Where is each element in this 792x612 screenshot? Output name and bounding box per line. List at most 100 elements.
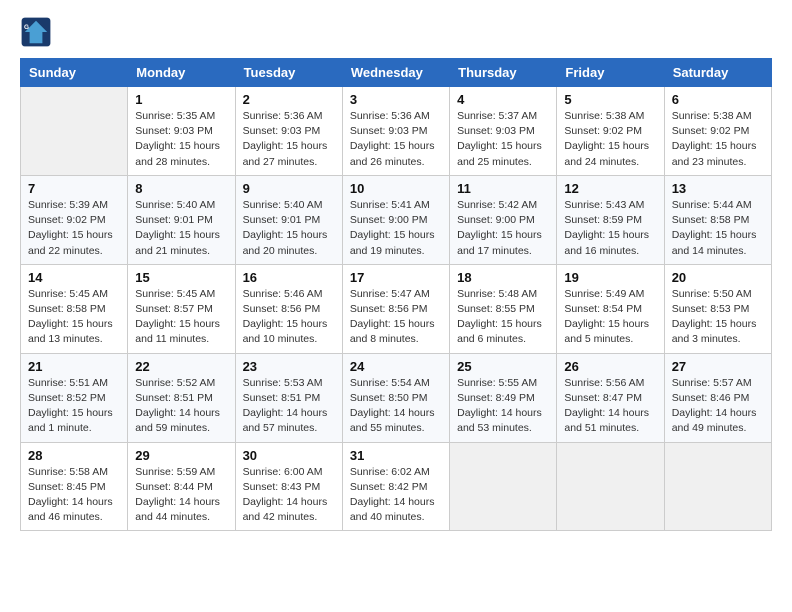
day-number: 13 [672, 181, 764, 196]
day-info: Sunrise: 5:35 AMSunset: 9:03 PMDaylight:… [135, 109, 227, 170]
day-info: Sunrise: 5:50 AMSunset: 8:53 PMDaylight:… [672, 287, 764, 348]
calendar-cell: 10 Sunrise: 5:41 AMSunset: 9:00 PMDayligh… [342, 175, 449, 264]
day-info: Sunrise: 5:39 AMSunset: 9:02 PMDaylight:… [28, 198, 120, 259]
calendar-cell: 14Sunrise: 5:45 AMSunset: 8:58 PMDayligh… [21, 264, 128, 353]
day-info: Sunrise: 5:44 AMSunset: 8:58 PMDaylight:… [672, 198, 764, 259]
calendar-week-row: 21 Sunrise: 5:51 AMSunset: 8:52 PMDayligh… [21, 353, 772, 442]
calendar-cell: 5 Sunrise: 5:38 AMSunset: 9:02 PMDaylight… [557, 87, 664, 176]
day-number: 2 [243, 92, 335, 107]
day-number: 21 [28, 359, 120, 374]
logo: G [20, 16, 56, 48]
calendar-cell: 9 Sunrise: 5:40 AMSunset: 9:01 PMDaylight… [235, 175, 342, 264]
day-number: 10 [350, 181, 442, 196]
day-info: Sunrise: 5:59 AMSunset: 8:44 PMDaylight:… [135, 465, 227, 526]
day-info: Sunrise: 5:54 AMSunset: 8:50 PMDaylight:… [350, 376, 442, 437]
calendar-cell: 4Sunrise: 5:37 AMSunset: 9:03 PMDaylight… [450, 87, 557, 176]
calendar-cell: 13 Sunrise: 5:44 AMSunset: 8:58 PMDayligh… [664, 175, 771, 264]
calendar-week-row: 14Sunrise: 5:45 AMSunset: 8:58 PMDayligh… [21, 264, 772, 353]
day-info: Sunrise: 5:56 AMSunset: 8:47 PMDaylight:… [564, 376, 656, 437]
calendar-week-row: 7 Sunrise: 5:39 AMSunset: 9:02 PMDaylight… [21, 175, 772, 264]
day-number: 30 [243, 448, 335, 463]
day-info: Sunrise: 5:38 AMSunset: 9:02 PMDaylight:… [564, 109, 656, 170]
calendar-cell: 18Sunrise: 5:48 AMSunset: 8:55 PMDayligh… [450, 264, 557, 353]
day-info: Sunrise: 5:36 AMSunset: 9:03 PMDaylight:… [350, 109, 442, 170]
day-number: 7 [28, 181, 120, 196]
calendar-cell: 31Sunrise: 6:02 AMSunset: 8:42 PMDayligh… [342, 442, 449, 531]
calendar-cell: 23Sunrise: 5:53 AMSunset: 8:51 PMDayligh… [235, 353, 342, 442]
day-number: 11 [457, 181, 549, 196]
weekday-header: Wednesday [342, 59, 449, 87]
day-info: Sunrise: 5:58 AMSunset: 8:45 PMDaylight:… [28, 465, 120, 526]
calendar-cell [450, 442, 557, 531]
calendar-cell: 16 Sunrise: 5:46 AMSunset: 8:56 PMDayligh… [235, 264, 342, 353]
day-number: 1 [135, 92, 227, 107]
day-info: Sunrise: 5:40 AMSunset: 9:01 PMDaylight:… [135, 198, 227, 259]
day-number: 17 [350, 270, 442, 285]
calendar-cell: 29 Sunrise: 5:59 AMSunset: 8:44 PMDayligh… [128, 442, 235, 531]
calendar-cell [21, 87, 128, 176]
calendar-cell: 21 Sunrise: 5:51 AMSunset: 8:52 PMDayligh… [21, 353, 128, 442]
day-number: 16 [243, 270, 335, 285]
day-info: Sunrise: 5:52 AMSunset: 8:51 PMDaylight:… [135, 376, 227, 437]
calendar-cell: 7 Sunrise: 5:39 AMSunset: 9:02 PMDaylight… [21, 175, 128, 264]
day-number: 24 [350, 359, 442, 374]
day-info: Sunrise: 5:37 AMSunset: 9:03 PMDaylight:… [457, 109, 549, 170]
calendar-cell: 11 Sunrise: 5:42 AMSunset: 9:00 PMDayligh… [450, 175, 557, 264]
calendar-cell: 24 Sunrise: 5:54 AMSunset: 8:50 PMDayligh… [342, 353, 449, 442]
day-number: 5 [564, 92, 656, 107]
calendar-cell: 25 Sunrise: 5:55 AMSunset: 8:49 PMDayligh… [450, 353, 557, 442]
calendar-cell: 8 Sunrise: 5:40 AMSunset: 9:01 PMDaylight… [128, 175, 235, 264]
day-number: 27 [672, 359, 764, 374]
day-number: 19 [564, 270, 656, 285]
header: G [20, 16, 772, 48]
day-info: Sunrise: 5:57 AMSunset: 8:46 PMDaylight:… [672, 376, 764, 437]
calendar: SundayMondayTuesdayWednesdayThursdayFrid… [20, 58, 772, 531]
weekday-header: Saturday [664, 59, 771, 87]
day-info: Sunrise: 5:45 AMSunset: 8:57 PMDaylight:… [135, 287, 227, 348]
calendar-cell: 1 Sunrise: 5:35 AMSunset: 9:03 PMDaylight… [128, 87, 235, 176]
day-info: Sunrise: 5:49 AMSunset: 8:54 PMDaylight:… [564, 287, 656, 348]
weekday-header: Friday [557, 59, 664, 87]
calendar-cell: 19 Sunrise: 5:49 AMSunset: 8:54 PMDayligh… [557, 264, 664, 353]
day-info: Sunrise: 5:46 AMSunset: 8:56 PMDaylight:… [243, 287, 335, 348]
day-number: 29 [135, 448, 227, 463]
day-info: Sunrise: 5:48 AMSunset: 8:55 PMDaylight:… [457, 287, 549, 348]
calendar-cell: 26 Sunrise: 5:56 AMSunset: 8:47 PMDayligh… [557, 353, 664, 442]
weekday-header: Tuesday [235, 59, 342, 87]
calendar-cell: 27 Sunrise: 5:57 AMSunset: 8:46 PMDayligh… [664, 353, 771, 442]
day-number: 9 [243, 181, 335, 196]
day-number: 22 [135, 359, 227, 374]
calendar-cell [557, 442, 664, 531]
day-number: 8 [135, 181, 227, 196]
calendar-header-row: SundayMondayTuesdayWednesdayThursdayFrid… [21, 59, 772, 87]
calendar-week-row: 28Sunrise: 5:58 AMSunset: 8:45 PMDayligh… [21, 442, 772, 531]
calendar-cell: 2Sunrise: 5:36 AMSunset: 9:03 PMDaylight… [235, 87, 342, 176]
calendar-cell: 22 Sunrise: 5:52 AMSunset: 8:51 PMDayligh… [128, 353, 235, 442]
calendar-cell: 17Sunrise: 5:47 AMSunset: 8:56 PMDayligh… [342, 264, 449, 353]
day-info: Sunrise: 5:55 AMSunset: 8:49 PMDaylight:… [457, 376, 549, 437]
day-info: Sunrise: 5:53 AMSunset: 8:51 PMDaylight:… [243, 376, 335, 437]
day-number: 14 [28, 270, 120, 285]
day-info: Sunrise: 5:38 AMSunset: 9:02 PMDaylight:… [672, 109, 764, 170]
day-info: Sunrise: 5:40 AMSunset: 9:01 PMDaylight:… [243, 198, 335, 259]
calendar-cell: 28Sunrise: 5:58 AMSunset: 8:45 PMDayligh… [21, 442, 128, 531]
calendar-cell: 20 Sunrise: 5:50 AMSunset: 8:53 PMDayligh… [664, 264, 771, 353]
calendar-cell: 30 Sunrise: 6:00 AMSunset: 8:43 PMDayligh… [235, 442, 342, 531]
day-number: 25 [457, 359, 549, 374]
day-number: 3 [350, 92, 442, 107]
svg-text:G: G [24, 24, 29, 31]
calendar-week-row: 1 Sunrise: 5:35 AMSunset: 9:03 PMDaylight… [21, 87, 772, 176]
calendar-cell: 15Sunrise: 5:45 AMSunset: 8:57 PMDayligh… [128, 264, 235, 353]
day-number: 26 [564, 359, 656, 374]
page: G SundayMondayTuesdayWednesdayThursdayFr… [0, 0, 792, 612]
day-number: 6 [672, 92, 764, 107]
calendar-cell [664, 442, 771, 531]
day-info: Sunrise: 5:42 AMSunset: 9:00 PMDaylight:… [457, 198, 549, 259]
calendar-cell: 12Sunrise: 5:43 AMSunset: 8:59 PMDayligh… [557, 175, 664, 264]
day-info: Sunrise: 5:51 AMSunset: 8:52 PMDaylight:… [28, 376, 120, 437]
day-info: Sunrise: 6:00 AMSunset: 8:43 PMDaylight:… [243, 465, 335, 526]
day-info: Sunrise: 5:43 AMSunset: 8:59 PMDaylight:… [564, 198, 656, 259]
day-number: 20 [672, 270, 764, 285]
day-number: 31 [350, 448, 442, 463]
day-info: Sunrise: 5:41 AMSunset: 9:00 PMDaylight:… [350, 198, 442, 259]
